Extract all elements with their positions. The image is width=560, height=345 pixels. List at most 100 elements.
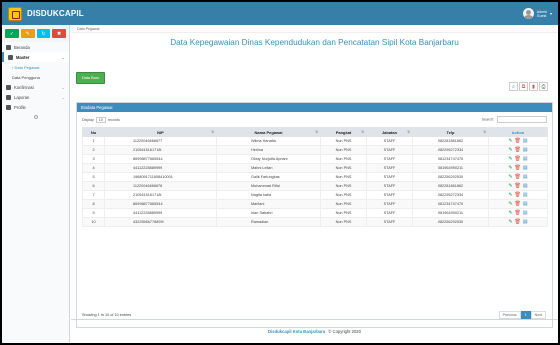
delete-icon[interactable]: 🗑︎	[515, 219, 521, 225]
cell-action: ✎ 🗑︎ ▤	[488, 145, 548, 155]
table-row: 1 11220046666677 Wilma Hanafia Non PNS STAFF…	[82, 136, 548, 146]
cell-pangkat: Non PNS	[320, 199, 367, 209]
sidebar-item-label: Konfirmasi	[14, 84, 34, 90]
cell-nama: Herlina	[216, 145, 321, 155]
detail-icon[interactable]: ▤	[523, 147, 528, 153]
cell-telp: 082281861862	[412, 181, 489, 191]
search-input[interactable]	[497, 116, 547, 123]
detail-icon[interactable]: ▤	[523, 156, 528, 162]
user-role: Guest	[536, 13, 547, 18]
column-header-jabatan[interactable]: Jabatan ⇅	[366, 127, 413, 137]
sidebar-item-laporan[interactable]: Laporan ⌄	[2, 92, 69, 102]
cell-pangkat: Non PNS	[320, 181, 367, 191]
table-info: Showing 1 to 10 of 10 entries	[82, 313, 132, 317]
edit-icon[interactable]: ✎	[508, 156, 512, 162]
cell-nama: Nagita katia	[216, 190, 321, 200]
detail-icon[interactable]: ▤	[523, 201, 528, 207]
pdf-icon[interactable]: ▮	[529, 82, 538, 91]
delete-icon[interactable]: 🗑︎	[515, 138, 521, 144]
column-header-telp[interactable]: Telp ⇅	[412, 127, 489, 137]
main-content: Data Pegawai Data Kepegawaian Dinas Kepe…	[71, 25, 558, 343]
cell-nip: 2105415161718l	[104, 190, 217, 200]
delete-icon[interactable]: 🗑︎	[515, 192, 521, 198]
edit-icon[interactable]: ✎	[508, 183, 512, 189]
page-1-button[interactable]: 1	[520, 311, 531, 319]
detail-icon[interactable]: ▤	[523, 192, 528, 198]
edit-icon[interactable]: ✎	[508, 138, 512, 144]
edit-icon[interactable]: ✎	[508, 201, 512, 207]
delete-icon[interactable]: 🗑︎	[515, 210, 521, 216]
sidebar-subitem-data-pegawai[interactable]: › Data Pegawai	[2, 62, 69, 72]
table-row: 8 86998877665544 Marliani Non PNS STAFF 08123…	[82, 199, 548, 209]
sidebar-sync-button[interactable]: ↻	[36, 29, 51, 38]
edit-icon[interactable]: ✎	[508, 147, 512, 153]
edit-icon[interactable]: ✎	[508, 165, 512, 171]
table-row: 9 44112228889999 Irian Sabahri Non PNS STAFF…	[82, 208, 548, 218]
delete-icon[interactable]: 🗑︎	[515, 183, 521, 189]
cell-action: ✎ 🗑︎ ▤	[488, 208, 548, 218]
sidebar-item-master[interactable]: Master ⌄	[2, 52, 69, 62]
print-icon[interactable]: ⎙	[539, 82, 548, 91]
add-data-button[interactable]: Data Baru	[76, 72, 106, 84]
edit-icon[interactable]: ✎	[508, 210, 512, 216]
user-menu[interactable]: Admin Guest ▾	[522, 8, 552, 19]
delete-icon[interactable]: 🗑︎	[515, 156, 521, 162]
cell-no: 9	[82, 208, 105, 218]
column-header-nama[interactable]: Nama Pegawai ⇅	[216, 127, 321, 137]
search-icon[interactable]: ⌕	[509, 82, 518, 91]
next-page-button[interactable]: Next	[530, 311, 546, 319]
delete-icon[interactable]: 🗑︎	[515, 165, 521, 171]
cell-nip: 1968091711808410001	[104, 172, 217, 182]
column-header-pangkat[interactable]: Pangkat ⇅	[320, 127, 367, 137]
detail-icon[interactable]: ▤	[523, 165, 528, 171]
cell-no: 7	[82, 190, 105, 200]
copy-icon[interactable]: ⧉	[519, 82, 528, 91]
sidebar-item-konfirmasi[interactable]: Konfirmasi ⌄	[2, 82, 69, 92]
report-icon	[6, 94, 11, 100]
cell-nama: Mahni Leilan	[216, 163, 321, 173]
cell-telp: 081964990211	[412, 163, 489, 173]
table-row: 2 2105415161718l Herlina Non PNS STAFF 082295…	[82, 145, 548, 155]
detail-icon[interactable]: ▤	[523, 210, 528, 216]
delete-icon[interactable]: 🗑︎	[515, 201, 521, 207]
edit-icon[interactable]: ✎	[508, 192, 512, 198]
delete-icon[interactable]: 🗑︎	[515, 147, 521, 153]
previous-page-button[interactable]: Previous	[498, 311, 521, 319]
brand[interactable]: DISDUKCAPIL	[8, 6, 84, 21]
cell-no: 8	[82, 199, 105, 209]
sidebar-close-button[interactable]: ✖	[52, 29, 66, 38]
detail-icon[interactable]: ▤	[523, 183, 528, 189]
breadcrumb[interactable]: Data Pegawai	[71, 25, 558, 33]
sidebar-edit-button[interactable]: ✎	[20, 29, 35, 38]
cell-nip: 43225566778899l	[104, 217, 217, 227]
edit-icon[interactable]: ✎	[508, 174, 512, 180]
sidebar-check-button[interactable]: ✓	[5, 29, 19, 38]
column-header-nip[interactable]: NIP ⇅	[104, 127, 217, 137]
detail-icon[interactable]: ▤	[523, 138, 528, 144]
sidebar-subitem-data-pengguna[interactable]: Data Pengguna	[2, 72, 69, 82]
sidebar-item-profile[interactable]: Profile	[2, 102, 69, 112]
cell-action: ✎ 🗑︎ ▤	[488, 199, 548, 209]
employee-table: No NIP ⇅ Nama Pegawai ⇅ Pangkat ⇅ Jabatan ⇅ …	[82, 127, 548, 227]
cell-nip: 44112228889999	[104, 163, 217, 173]
user-icon	[6, 104, 11, 110]
cell-telp: 082295272334	[412, 145, 489, 155]
page-length-select[interactable]: 10	[95, 116, 106, 123]
cell-pangkat: Non PNS	[320, 208, 367, 218]
detail-icon[interactable]: ▤	[523, 174, 528, 180]
search-label: Search:	[481, 117, 494, 122]
footer-brand[interactable]: Disdukcapil Kota Banjarbaru	[268, 329, 325, 334]
detail-icon[interactable]: ▤	[523, 219, 528, 225]
sidebar-item-beranda[interactable]: Beranda	[2, 42, 69, 52]
delete-icon[interactable]: 🗑︎	[515, 174, 521, 180]
cell-no: 10	[82, 217, 105, 227]
cell-telp: 081964990211	[412, 208, 489, 218]
cell-nip: 11220046666678	[104, 181, 217, 191]
records-label: records	[107, 117, 120, 122]
column-header-no[interactable]: No	[82, 127, 105, 137]
cell-nama: Marliani	[216, 199, 321, 209]
edit-icon[interactable]: ✎	[508, 219, 512, 225]
sidebar-item-label: Master	[16, 54, 30, 60]
cell-action: ✎ 🗑︎ ▤	[488, 163, 548, 173]
table-header-row: No NIP ⇅ Nama Pegawai ⇅ Pangkat ⇅ Jabatan ⇅ …	[82, 127, 548, 137]
